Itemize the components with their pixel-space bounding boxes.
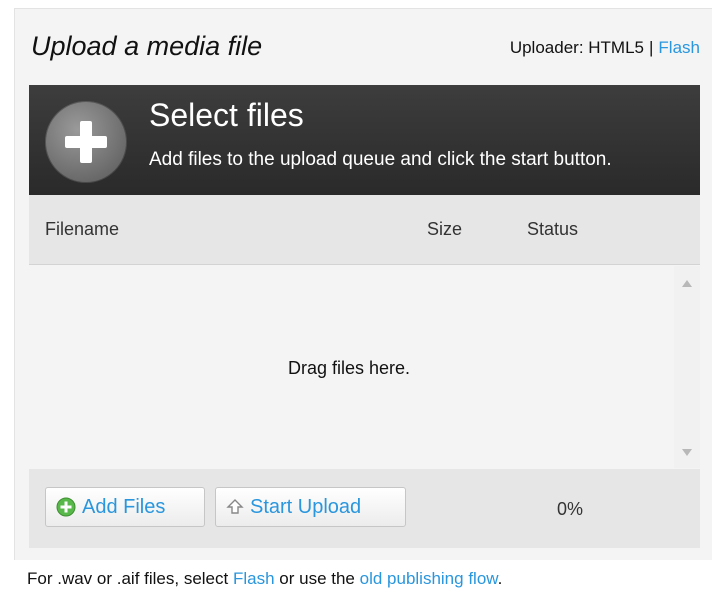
uploader-label: Uploader: HTML5: [509, 38, 644, 57]
select-files-description: Add files to the upload queue and click …: [149, 149, 612, 170]
start-upload-label: Start Upload: [250, 495, 362, 518]
plus-icon: [45, 101, 127, 183]
add-files-label: Add Files: [82, 495, 166, 518]
flash-uploader-link[interactable]: Flash: [658, 38, 700, 57]
format-note: For .wav or .aif files, select Flash or …: [27, 569, 502, 589]
note-flash-link[interactable]: Flash: [233, 569, 275, 588]
file-drop-zone[interactable]: Drag files here.: [29, 266, 700, 468]
page-title: Upload a media file: [31, 31, 263, 61]
note-suffix: .: [497, 569, 503, 588]
upload-panel: Upload a media file Uploader: HTML5 | Flas…: [14, 8, 712, 560]
scroll-down-arrow-icon[interactable]: [682, 449, 692, 456]
start-upload-button[interactable]: Start Upload: [215, 487, 406, 527]
upload-progress-percent: 0%: [557, 499, 584, 519]
add-files-button[interactable]: Add Files: [45, 487, 205, 527]
column-filename: Filename: [45, 219, 120, 239]
upload-arrow-icon: [226, 498, 244, 516]
select-files-button[interactable]: Select files Add files to the upload que…: [29, 85, 700, 195]
note-middle: or use the: [279, 569, 355, 588]
note-prefix: For .wav or .aif files, select: [27, 569, 229, 588]
column-status: Status: [527, 219, 579, 239]
column-size: Size: [427, 219, 463, 239]
uploader-switch: Uploader: HTML5 | Flash: [510, 38, 700, 58]
upload-actions-bar: Add Files Start Upload 0%: [29, 469, 700, 548]
add-circle-icon: [56, 497, 76, 517]
file-list-scrollbar[interactable]: [674, 266, 700, 468]
uploader-widget: Select files Add files to the upload que…: [29, 85, 700, 549]
scroll-up-arrow-icon[interactable]: [682, 280, 692, 287]
drop-zone-text: Drag files here.: [287, 358, 411, 378]
old-publishing-flow-link[interactable]: old publishing flow: [360, 569, 498, 588]
file-table-header: Filename Size Status: [29, 195, 700, 265]
select-files-title: Select files: [149, 97, 304, 133]
separator: |: [649, 38, 654, 57]
